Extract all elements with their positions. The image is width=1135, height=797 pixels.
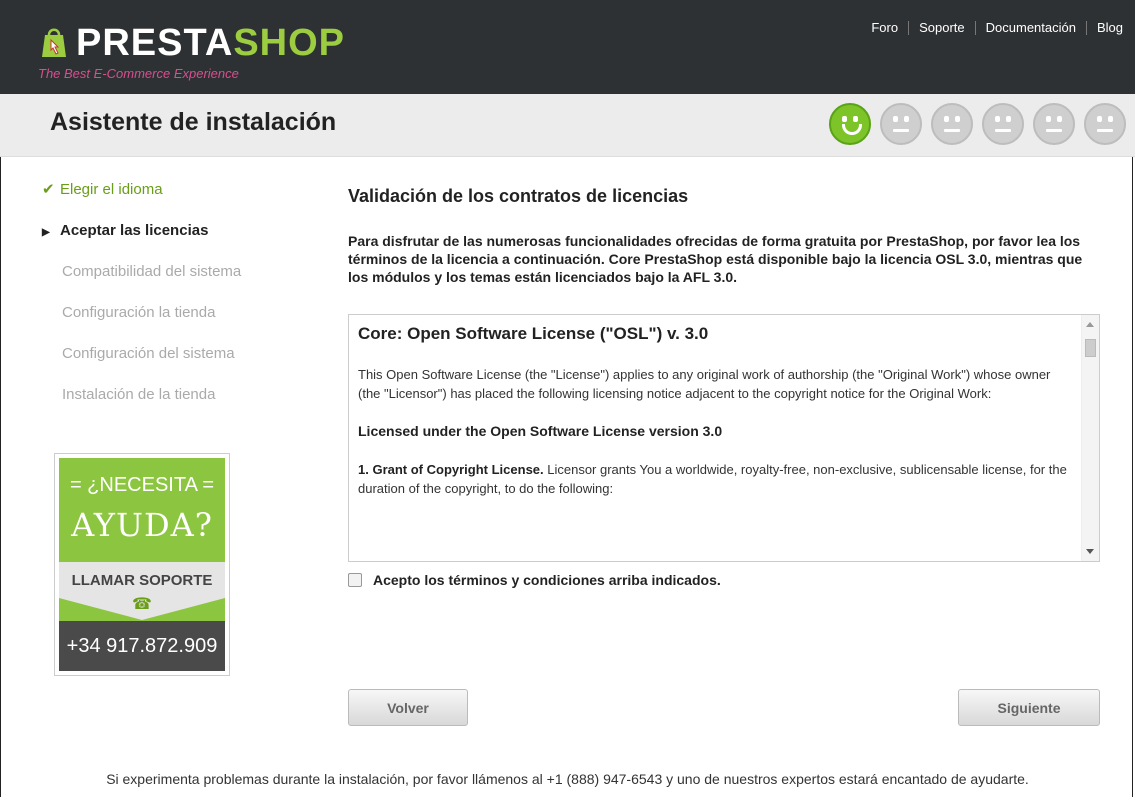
brand-tagline: The Best E-Commerce Experience	[38, 66, 239, 81]
brand-presta: PRESTA	[76, 22, 234, 64]
license-title: Core: Open Software License ("OSL") v. 3…	[358, 324, 709, 343]
progress-face-icon	[982, 103, 1024, 145]
accept-terms[interactable]: Acepto los términos y condiciones arriba…	[348, 572, 721, 588]
scroll-thumb[interactable]	[1085, 339, 1096, 357]
license-content: Core: Open Software License ("OSL") v. 3…	[358, 315, 1073, 498]
nav-link-documentacion[interactable]: Documentación	[976, 21, 1087, 35]
top-bar: PRESTASHOP The Best E-Commerce Experienc…	[0, 0, 1135, 94]
help-call-label: LLAMAR SOPORTE	[71, 572, 213, 589]
nav-link-soporte[interactable]: Soporte	[909, 21, 976, 35]
section-heading: Validación de los contratos de licencias	[348, 186, 689, 206]
step-configuracion-sistema: Configuración del sistema	[62, 345, 235, 362]
help-phone-number: +34 917.872.909	[59, 621, 225, 671]
nav-link-foro[interactable]: Foro	[861, 21, 910, 35]
step-configuracion-tienda: Configuración la tienda	[62, 304, 216, 321]
phone-icon: ☎	[132, 596, 152, 613]
scroll-up-icon[interactable]	[1086, 322, 1094, 327]
brand-shop: SHOP	[233, 22, 346, 64]
prestashop-logo[interactable]: PRESTASHOP The Best E-Commerce Experienc…	[36, 19, 344, 85]
accept-checkbox[interactable]	[348, 573, 362, 587]
step-aceptar-licencias: ▶ Aceptar las licencias	[42, 221, 312, 262]
help-banner[interactable]: = ¿NECESITA = AYUDA? LLAMAR SOPORTE ☎ +3…	[54, 453, 230, 676]
brand-name: PRESTASHOP	[76, 23, 345, 63]
progress-face-icon	[880, 103, 922, 145]
top-nav: Foro Soporte Documentación Blog	[861, 21, 1123, 35]
progress-faces	[820, 103, 1126, 145]
progress-face-icon	[829, 103, 871, 145]
arrow-right-icon: ▶	[42, 227, 50, 238]
steps-sidebar: ✔ Elegir el idioma ▶ Aceptar las licencias…	[42, 180, 312, 426]
license-textbox[interactable]: Core: Open Software License ("OSL") v. 3…	[348, 314, 1100, 562]
nav-link-blog[interactable]: Blog	[1087, 21, 1123, 35]
help-need-text: = ¿NECESITA =	[69, 474, 215, 496]
progress-face-icon	[1033, 103, 1075, 145]
intro-text: Para disfrutar de las numerosas funciona…	[348, 233, 1083, 285]
accept-label: Acepto los términos y condiciones arriba…	[373, 572, 721, 588]
page-title: Asistente de instalación	[50, 108, 337, 136]
main-content: Validación de los contratos de licencias…	[348, 186, 1100, 285]
license-paragraph-grant: 1. Grant of Copyright License. Licensor …	[358, 460, 1073, 498]
scroll-down-icon[interactable]	[1086, 549, 1094, 554]
license-scrollbar[interactable]	[1081, 315, 1099, 561]
step-instalacion-tienda: Instalación de la tienda	[62, 386, 216, 403]
back-button[interactable]: Volver	[348, 689, 468, 726]
license-subheading: Licensed under the Open Software License…	[358, 423, 723, 439]
step-label: Aceptar las licencias	[60, 222, 209, 239]
progress-face-icon	[1084, 103, 1126, 145]
license-paragraph: This Open Software License (the "License…	[358, 367, 1051, 401]
progress-face-icon	[931, 103, 973, 145]
title-bar: Asistente de instalación	[0, 94, 1135, 157]
checkmark-icon: ✔	[42, 181, 55, 198]
step-label: Elegir el idioma	[60, 181, 163, 198]
help-shield: LLAMAR SOPORTE ☎	[59, 562, 225, 620]
help-banner-inner: = ¿NECESITA = AYUDA? LLAMAR SOPORTE ☎ +3…	[59, 458, 225, 671]
help-ayuda-text: AYUDA?	[71, 506, 213, 544]
next-button[interactable]: Siguiente	[958, 689, 1100, 726]
grant-heading: 1. Grant of Copyright License.	[358, 462, 544, 477]
step-elegir-idioma[interactable]: ✔ Elegir el idioma	[42, 180, 312, 221]
step-compatibilidad: Compatibilidad del sistema	[62, 263, 242, 280]
shopping-bag-icon	[42, 28, 66, 57]
footer-text: Si experimenta problemas durante la inst…	[106, 771, 1029, 787]
